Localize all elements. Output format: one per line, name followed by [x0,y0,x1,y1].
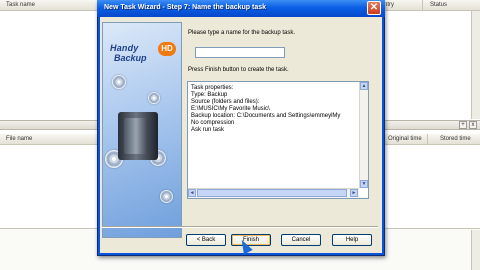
properties-line: Task properties: [191,85,234,91]
pin-icon[interactable]: + [459,121,467,129]
horizontal-scroll-thumb[interactable] [197,189,347,197]
dialog-title: New Task Wizard - Step 7: Name the backu… [104,4,267,11]
help-button[interactable]: Help [332,234,372,246]
column-divider [427,134,428,145]
column-header-stored-time[interactable]: Stored time [440,136,471,142]
column-header-status[interactable]: Status [430,2,447,8]
disc-icon [160,190,173,203]
finish-hint: Press Finish button to create the task. [188,67,289,73]
close-panel-icon[interactable]: x [469,121,477,129]
scroll-up-arrow-icon[interactable]: ▲ [360,82,368,90]
scroll-down-arrow-icon[interactable]: ▼ [360,180,368,188]
disc-icon [112,75,126,89]
properties-line: Ask run task [191,127,225,133]
scroll-left-arrow-icon[interactable]: ◄ [188,189,196,197]
task-list-scrollbar[interactable] [471,11,480,119]
properties-line: Backup location: C:\Documents and Settin… [191,113,341,119]
properties-line: Type: Backup [191,92,228,98]
properties-vertical-scrollbar[interactable] [359,82,368,188]
back-button[interactable]: < Back [186,234,226,246]
column-header-original-time[interactable]: Original time [388,136,422,142]
properties-line: Source (folders and files): [191,99,260,105]
cancel-button[interactable]: Cancel [281,234,321,246]
properties-line: No compression [191,120,235,126]
close-button[interactable]: ✕ [367,1,381,15]
task-name-prompt: Please type a name for the backup task. [188,30,296,36]
logo-text-handy: Handy [110,43,139,53]
logo-text-backup: Backup [114,53,147,63]
scroll-right-arrow-icon[interactable]: ► [350,189,358,197]
properties-line: E:\MUSIC\My Favorite Music\ [191,106,270,112]
task-name-input[interactable] [195,47,285,58]
dialog-separator [102,226,378,228]
finish-button[interactable]: Finish [231,234,271,246]
column-header-task-name[interactable]: Task name [6,2,35,8]
column-divider [422,0,423,11]
status-pane-scrollbar[interactable] [471,230,480,270]
disc-icon [148,92,160,104]
column-header-file-name[interactable]: File name [6,136,32,142]
safe-door-icon [124,118,148,154]
logo-hd-badge: HD [158,42,176,56]
